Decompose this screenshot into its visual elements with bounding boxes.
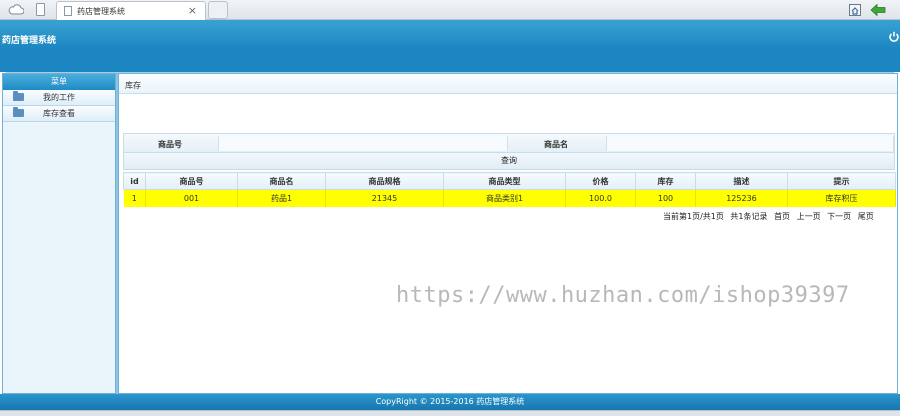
watermark-text: https://www.huzhan.com/ishop39397: [396, 283, 850, 308]
breadcrumb-label: 库存: [125, 81, 141, 90]
footer-copyright: CopyRight © 2015-2016 药店管理系统: [0, 394, 900, 410]
product-name-input[interactable]: [606, 136, 894, 151]
sidebar-item-label: 我的工作: [43, 93, 75, 102]
pagination: 当前第1页/共1页 共1条记录 首页 上一页 下一页 尾页: [659, 211, 874, 222]
query-button[interactable]: 查询: [123, 153, 895, 170]
col-header-description: 描述: [695, 172, 788, 190]
main-panel: 库存 商品号 商品名 查询 id 商品号 商品名 商品规格 商品类型 价格 库存…: [118, 73, 898, 394]
document-icon: [64, 6, 72, 16]
pager-first-link[interactable]: 首页: [774, 212, 790, 221]
inventory-table: id 商品号 商品名 商品规格 商品类型 价格 库存 描述 提示 1 001 药…: [123, 172, 896, 207]
product-no-label: 商品号: [158, 140, 182, 149]
sidebar-item-label: 库存查看: [43, 109, 75, 118]
cell-spec: 21345: [325, 189, 444, 207]
folder-icon: [13, 107, 24, 117]
col-header-hint: 提示: [787, 172, 896, 190]
browser-toolbar: 药店管理系统 ×: [0, 0, 900, 20]
table-row[interactable]: 1 001 药品1 21345 商品类别1 100.0 100 125236 库…: [123, 189, 896, 207]
power-icon[interactable]: [888, 31, 900, 43]
sidebar-item-inventory[interactable]: 库存查看: [3, 106, 115, 122]
app-title: 药店管理系统: [2, 36, 57, 46]
cell-product-name: 药品1: [237, 189, 326, 207]
cell-stock: 100: [635, 189, 696, 207]
col-header-product-name: 商品名: [237, 172, 326, 190]
home-page-icon[interactable]: [848, 3, 862, 17]
tab-title: 药店管理系统: [77, 7, 125, 16]
cell-hint: 库存积压: [787, 189, 896, 207]
product-no-input[interactable]: [218, 136, 508, 151]
col-header-price: 价格: [565, 172, 636, 190]
cell-product-no: 001: [145, 189, 238, 207]
pager-last-link[interactable]: 尾页: [858, 212, 874, 221]
tab-close-button[interactable]: ×: [188, 4, 197, 17]
breadcrumb: 库存: [119, 74, 897, 94]
folder-icon: [13, 91, 24, 101]
cloud-icon[interactable]: [8, 4, 24, 15]
col-header-product-no: 商品号: [145, 172, 238, 190]
table-header-row: id 商品号 商品名 商品规格 商品类型 价格 库存 描述 提示: [123, 172, 896, 190]
app-header: 药店管理系统: [0, 20, 900, 88]
pager-status: 当前第1页/共1页: [663, 212, 724, 221]
cell-description: 125236: [695, 189, 788, 207]
sidebar-menu: 菜单 我的工作 库存查看: [2, 73, 116, 394]
cell-type: 商品类别1: [443, 189, 566, 207]
col-header-id: id: [123, 172, 146, 190]
col-header-spec: 商品规格: [325, 172, 444, 190]
sidebar-item-my-work[interactable]: 我的工作: [3, 90, 115, 106]
pager-total: 共1条记录: [730, 212, 768, 221]
pager-next-link[interactable]: 下一页: [827, 212, 851, 221]
cell-id: 1: [123, 189, 146, 207]
status-bar: [0, 410, 900, 416]
product-name-label: 商品名: [544, 140, 568, 149]
cell-price: 100.0: [565, 189, 636, 207]
new-tab-button[interactable]: [208, 1, 228, 19]
col-header-stock: 库存: [635, 172, 696, 190]
col-header-type: 商品类型: [443, 172, 566, 190]
menu-header: 菜单: [3, 74, 115, 90]
page-icon[interactable]: [36, 3, 45, 16]
browser-tab[interactable]: 药店管理系统 ×: [56, 1, 206, 20]
back-arrow-icon[interactable]: [870, 3, 886, 17]
pager-prev-link[interactable]: 上一页: [797, 212, 821, 221]
search-form: 商品号 商品名: [123, 133, 895, 153]
